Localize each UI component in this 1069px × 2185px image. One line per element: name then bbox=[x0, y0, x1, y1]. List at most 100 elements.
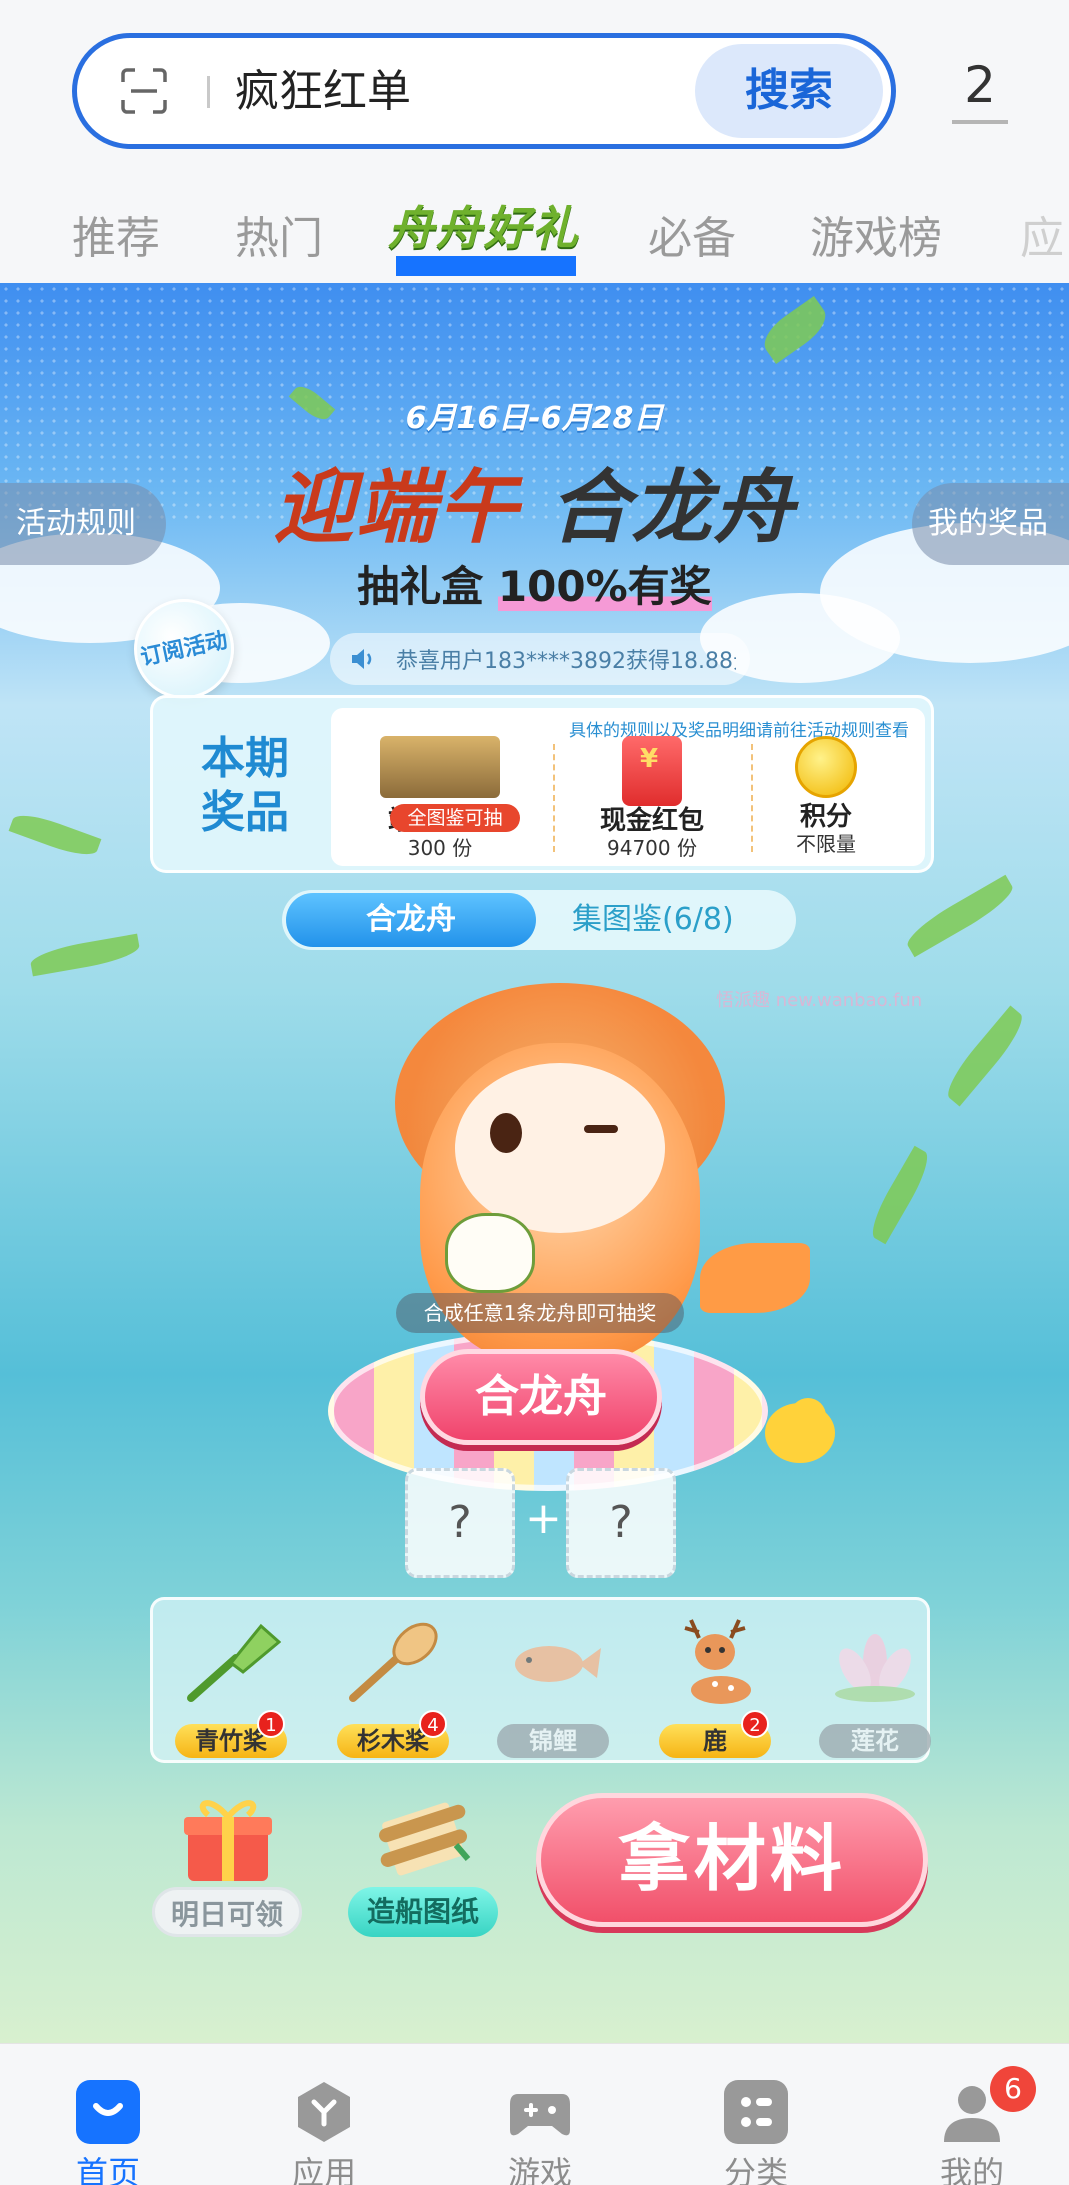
nav-apps[interactable]: 应用 bbox=[254, 2058, 394, 2185]
gift-box-image bbox=[380, 736, 500, 798]
tab-game-rank[interactable]: 游戏榜 bbox=[810, 202, 942, 266]
leaf-decoration bbox=[864, 1145, 936, 1245]
nav-label: 我的 bbox=[939, 2154, 1004, 2185]
daily-claim-action[interactable]: 明日可领 bbox=[152, 1793, 302, 1937]
tab-zhouzhou-gift[interactable]: 舟舟好礼 bbox=[388, 192, 580, 258]
nav-label: 应用 bbox=[291, 2154, 356, 2185]
blueprint-action[interactable]: 造船图纸 bbox=[348, 1793, 498, 1937]
gamepad-icon bbox=[510, 2094, 570, 2136]
prize-panel-title: 本期奖品 bbox=[201, 733, 289, 838]
nav-games[interactable]: 游戏 bbox=[470, 2058, 610, 2185]
tab-active-indicator bbox=[396, 256, 576, 276]
category-icon bbox=[724, 2080, 788, 2144]
my-prizes-button[interactable]: 我的奖品 bbox=[912, 483, 1069, 565]
search-input[interactable]: 疯狂红单 bbox=[235, 62, 411, 122]
watermark: 悟派趣 new.wanbao.fun bbox=[716, 990, 923, 1011]
notification-badge: 6 bbox=[990, 2066, 1036, 2112]
prize-item[interactable]: 现金红包 94700 份 bbox=[557, 736, 747, 862]
search-button[interactable]: 搜索 bbox=[695, 44, 883, 138]
leaf-decoration bbox=[901, 874, 1019, 958]
nav-label: 游戏 bbox=[507, 2154, 572, 2185]
nav-label: 首页 bbox=[75, 2154, 140, 2185]
material-fir-paddle[interactable]: 杉木桨 4 bbox=[333, 1610, 453, 1760]
tab-hot[interactable]: 热门 bbox=[235, 202, 323, 266]
prize-item[interactable]: 全图鉴可抽 端午礼盒 300 份 bbox=[345, 736, 535, 862]
plus-sign: + bbox=[525, 1493, 562, 1544]
activity-subtitle-part1: 抽礼盒 bbox=[357, 562, 498, 611]
scan-icon[interactable] bbox=[121, 68, 167, 114]
duck-image bbox=[765, 1403, 835, 1463]
scroll-icon bbox=[379, 1802, 471, 1876]
leaf-decoration bbox=[28, 933, 142, 977]
home-icon bbox=[76, 2080, 140, 2144]
daily-claim-label: 明日可领 bbox=[152, 1887, 302, 1937]
dragon-face-image bbox=[455, 1063, 665, 1233]
tab-essentials[interactable]: 必备 bbox=[648, 202, 736, 266]
material-slot-2[interactable]: ? bbox=[566, 1468, 676, 1578]
search-divider bbox=[207, 76, 210, 108]
coin-image bbox=[795, 736, 857, 798]
nav-home[interactable]: 首页 bbox=[38, 2058, 178, 2185]
activity-title-part2: 合龙舟 bbox=[519, 461, 796, 554]
wooden-paddle-icon bbox=[349, 1622, 438, 1702]
dragon-wink bbox=[584, 1125, 618, 1133]
prize-quantity: 300 份 bbox=[407, 836, 473, 860]
leaf-decoration bbox=[939, 1005, 1031, 1107]
get-materials-button[interactable]: 拿材料 bbox=[536, 1793, 928, 1927]
material-deer[interactable]: 鹿 2 bbox=[655, 1610, 775, 1760]
speaker-icon bbox=[352, 649, 372, 669]
prize-list: 具体的规则以及奖品明细请前往活动规则查看 全图鉴可抽 端午礼盒 300 份 现金… bbox=[331, 708, 925, 866]
merge-boat-button[interactable]: 合龙舟 bbox=[420, 1349, 662, 1445]
material-slot-1[interactable]: ? bbox=[405, 1468, 515, 1578]
prize-panel: 本期奖品 具体的规则以及奖品明细请前往活动规则查看 全图鉴可抽 端午礼盒 300… bbox=[150, 695, 934, 873]
tab-recommend[interactable]: 推荐 bbox=[72, 202, 160, 266]
activity-title-part1: 迎端午 bbox=[273, 461, 520, 554]
koi-fish-icon bbox=[515, 1646, 601, 1682]
tab-collection[interactable]: 集图鉴(6/8) bbox=[572, 890, 734, 950]
tab-count-underline bbox=[952, 120, 1008, 124]
lotus-icon bbox=[835, 1634, 915, 1702]
tab-merge-boat[interactable]: 合龙舟 bbox=[286, 893, 536, 947]
material-bamboo-paddle[interactable]: 青竹桨 1 bbox=[171, 1610, 291, 1760]
prize-name: 积分 bbox=[799, 802, 852, 832]
prize-item[interactable]: 积分 不限量 bbox=[731, 736, 921, 862]
gift-box-icon bbox=[184, 1800, 272, 1881]
nav-profile[interactable]: 6 我的 bbox=[902, 2058, 1042, 2185]
tab-count[interactable]: 2 bbox=[952, 56, 1008, 114]
material-label: 锦鲤 bbox=[497, 1724, 609, 1758]
apps-icon bbox=[298, 2082, 350, 2142]
material-count-badge: 4 bbox=[419, 1710, 447, 1738]
dragon-eye bbox=[490, 1113, 522, 1153]
material-koi[interactable]: 锦鲤 bbox=[493, 1610, 613, 1760]
prize-tag: 全图鉴可抽 bbox=[390, 804, 520, 832]
material-count-badge: 1 bbox=[257, 1710, 285, 1738]
prize-quantity: 94700 份 bbox=[607, 836, 697, 860]
activity-date: 6月16日-6月28日 bbox=[405, 401, 664, 436]
material-lotus[interactable]: 莲花 bbox=[815, 1610, 935, 1760]
activity-banner: 6月16日-6月28日 迎端午 合龙舟 抽礼盒 100%有奖 活动规则 我的奖品… bbox=[0, 283, 1069, 2043]
merge-hint: 合成任意1条龙舟即可抽奖 bbox=[396, 1293, 684, 1333]
bamboo-paddle-icon bbox=[187, 1623, 281, 1702]
notice-text: 恭喜用户183****3892获得18.88元现金 bbox=[396, 649, 736, 674]
materials-panel: 青竹桨 1 杉木桨 4 锦鲤 鹿 2 莲花 bbox=[150, 1597, 931, 1763]
mode-tabs: 合龙舟 集图鉴(6/8) bbox=[282, 890, 796, 950]
tab-apps-partial[interactable]: 应 bbox=[1020, 202, 1064, 266]
prize-quantity: 不限量 bbox=[796, 832, 856, 856]
blueprint-label: 造船图纸 bbox=[348, 1887, 498, 1937]
dragon-tail-image bbox=[700, 1243, 810, 1313]
top-bar: 疯狂红单 搜索 2 推荐 热门 舟舟好礼 必备 游戏榜 应 bbox=[0, 0, 1069, 283]
activity-subtitle-highlight: 100%有奖 bbox=[497, 562, 712, 611]
category-tabs: 推荐 热门 舟舟好礼 必备 游戏榜 应 bbox=[0, 190, 1069, 280]
material-label: 莲花 bbox=[819, 1724, 931, 1758]
search-box[interactable]: 疯狂红单 搜索 bbox=[72, 33, 896, 149]
zongzi-image bbox=[445, 1213, 535, 1293]
prize-name: 现金红包 bbox=[599, 806, 704, 836]
material-count-badge: 2 bbox=[741, 1710, 769, 1738]
notice-marquee: 恭喜用户183****3892获得18.88元现金 bbox=[330, 633, 750, 685]
leaf-decoration bbox=[8, 808, 102, 862]
rules-button[interactable]: 活动规则 bbox=[0, 483, 166, 565]
nav-categories[interactable]: 分类 bbox=[686, 2058, 826, 2185]
bottom-nav: 首页 应用 游戏 分类 6 我的 bbox=[0, 2043, 1069, 2185]
divider bbox=[553, 744, 555, 852]
red-packet-image bbox=[622, 736, 682, 806]
